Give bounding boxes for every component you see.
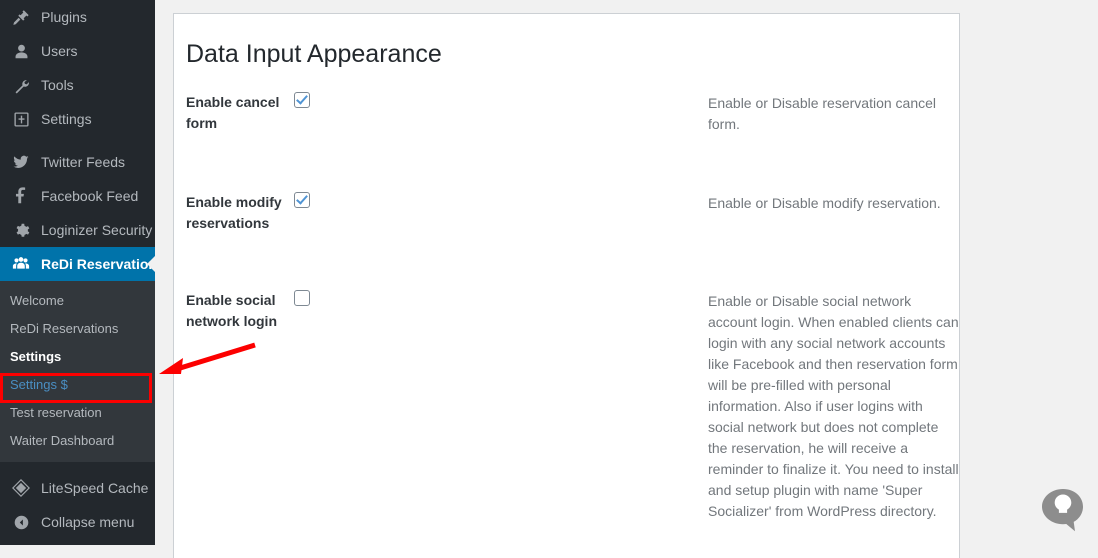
sidebar-separator (0, 136, 155, 145)
setting-description: Enable or Disable modify reservation. (708, 195, 941, 211)
submenu-item-settings[interactable]: Settings (0, 343, 155, 371)
sidebar-item-collapse-menu[interactable]: Collapse menu (0, 505, 155, 539)
wrench-icon (10, 75, 32, 95)
sidebar-item-label: Tools (41, 77, 74, 93)
setting-label: Enable cancel form (186, 94, 280, 131)
setting-control (294, 91, 708, 108)
submenu-item-redi-reservations[interactable]: ReDi Reservations (0, 315, 155, 343)
twitter-icon (10, 152, 32, 172)
setting-row-enable-modify-reservations: Enable modify reservations Enable or Dis… (186, 191, 959, 234)
setting-label: Enable social network login (186, 292, 277, 329)
sidebar-item-tools[interactable]: Tools (0, 68, 155, 102)
sidebar-item-loginizer-security[interactable]: Loginizer Security (0, 213, 155, 247)
submenu-item-settings-dollar[interactable]: Settings $ (0, 371, 155, 399)
enable-cancel-form-checkbox[interactable] (294, 92, 310, 108)
sidebar-item-label: Facebook Feed (41, 188, 139, 204)
setting-control (294, 289, 708, 306)
sidebar-item-label: ReDi Reservations (41, 256, 155, 272)
admin-sidebar: Plugins Users Tools Settings Twitter Fee… (0, 0, 155, 545)
sidebar-item-label: Users (41, 43, 78, 59)
submenu-item-waiter-dashboard[interactable]: Waiter Dashboard (0, 427, 155, 455)
sidebar-item-label: Settings (41, 111, 92, 127)
gear-icon (10, 220, 32, 240)
sidebar-item-twitter-feeds[interactable]: Twitter Feeds (0, 145, 155, 179)
setting-description: Enable or Disable social network account… (708, 293, 959, 519)
sidebar-bottom-menu: LiteSpeed Cache Collapse menu (0, 462, 155, 539)
sidebar-item-users[interactable]: Users (0, 34, 155, 68)
sidebar-separator-bottom (0, 462, 155, 471)
sidebar-item-redi-reservations[interactable]: ReDi Reservations (0, 247, 155, 281)
help-bubble-button[interactable] (1038, 485, 1088, 535)
plugin-icon (10, 7, 32, 27)
setting-row-enable-cancel-form: Enable cancel form Enable or Disable res… (186, 91, 959, 135)
sidebar-item-label: Plugins (41, 9, 87, 25)
group-icon (10, 254, 32, 274)
sidebar-item-label: LiteSpeed Cache (41, 480, 149, 496)
enable-social-network-login-checkbox[interactable] (294, 290, 310, 306)
sidebar-item-plugins[interactable]: Plugins (0, 0, 155, 34)
row-spacer (186, 135, 959, 191)
facebook-icon (10, 186, 32, 206)
setting-label: Enable modify reservations (186, 194, 282, 231)
sidebar-item-label: Twitter Feeds (41, 154, 126, 170)
settings-panel: Data Input Appearance Enable cancel form… (173, 13, 960, 558)
settings-list: Enable cancel form Enable or Disable res… (174, 69, 959, 522)
page-title: Data Input Appearance (186, 40, 442, 68)
sidebar-item-label: Collapse menu (41, 514, 135, 530)
setting-row-enable-social-network-login: Enable social network login Enable or Di… (186, 289, 959, 522)
enable-modify-reservations-checkbox[interactable] (294, 192, 310, 208)
collapse-icon (10, 512, 32, 532)
sidebar-item-label: Loginizer Security (41, 222, 153, 238)
row-spacer (186, 234, 959, 289)
redi-reservations-submenu: Welcome ReDi Reservations Settings Setti… (0, 281, 155, 462)
setting-control (294, 191, 708, 208)
user-icon (10, 41, 32, 61)
setting-description: Enable or Disable reservation cancel for… (708, 95, 937, 132)
sidebar-item-facebook-feed[interactable]: Facebook Feed (0, 179, 155, 213)
sidebar-item-litespeed-cache[interactable]: LiteSpeed Cache (0, 471, 155, 505)
submenu-item-test-reservation[interactable]: Test reservation (0, 399, 155, 427)
litespeed-icon (10, 478, 32, 498)
submenu-item-welcome[interactable]: Welcome (0, 287, 155, 315)
sidebar-item-settings[interactable]: Settings (0, 102, 155, 136)
settings-icon (10, 109, 32, 129)
